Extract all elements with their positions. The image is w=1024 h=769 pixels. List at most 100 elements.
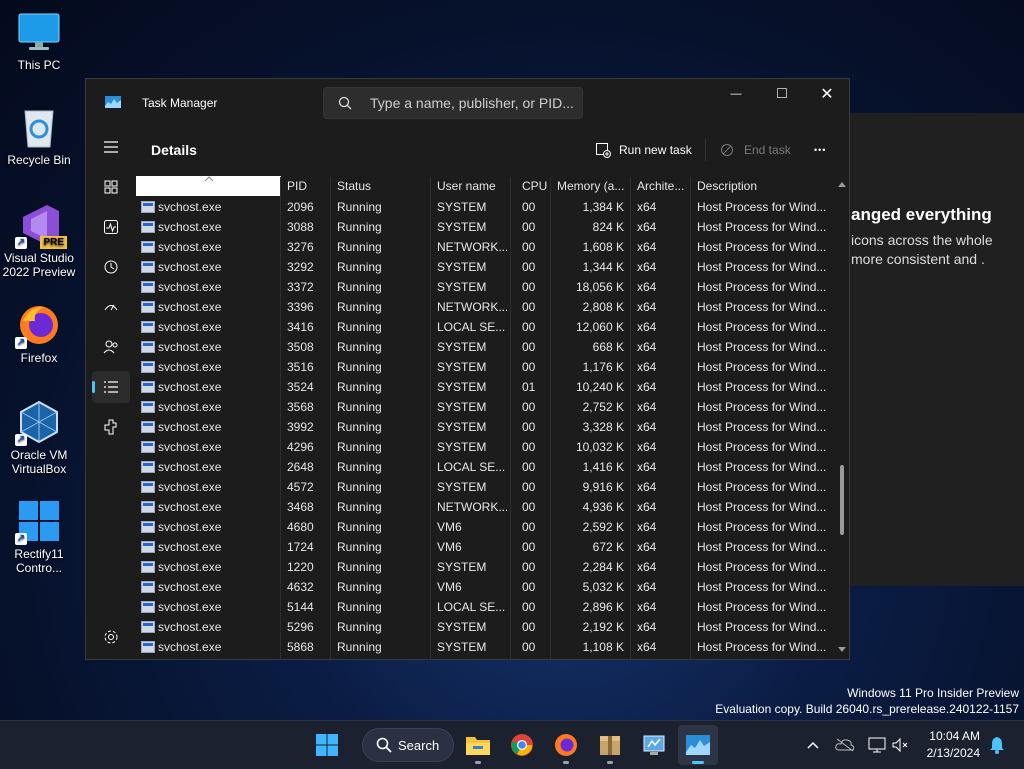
vertical-scrollbar[interactable] bbox=[835, 177, 849, 657]
table-row[interactable]: svchost.exe 3292 Running SYSTEM 00 1,344 K x64… bbox=[136, 257, 836, 277]
history-icon bbox=[104, 260, 118, 274]
start-button[interactable] bbox=[307, 725, 347, 765]
nav-details[interactable] bbox=[92, 371, 130, 403]
process-cpu: 00 bbox=[522, 640, 536, 654]
desktop-icon-this-pc[interactable]: This PC bbox=[1, 10, 77, 72]
nav-performance[interactable] bbox=[92, 211, 130, 243]
column-header-status[interactable]: Status bbox=[337, 175, 433, 197]
column-header-architecture[interactable]: Archite... bbox=[637, 175, 689, 197]
maximize-button[interactable]: □ bbox=[759, 79, 805, 109]
table-row[interactable]: svchost.exe 3524 Running SYSTEM 01 10,240 K x6… bbox=[136, 377, 836, 397]
process-icon bbox=[141, 381, 155, 393]
background-window[interactable]: anged everything icons across the whole … bbox=[848, 113, 1024, 586]
table-row[interactable]: svchost.exe 1724 Running VM6 00 672 K x64 Host … bbox=[136, 537, 836, 557]
network-tray-button[interactable] bbox=[866, 733, 888, 757]
column-header-memory[interactable]: Memory (a... bbox=[557, 175, 629, 197]
column-header-description[interactable]: Description bbox=[697, 175, 837, 197]
scroll-thumb[interactable] bbox=[840, 464, 844, 535]
table-row[interactable]: svchost.exe 2096 Running SYSTEM 00 1,384 K x64… bbox=[136, 197, 836, 217]
column-header-pid[interactable]: PID bbox=[287, 175, 333, 197]
end-task-icon bbox=[721, 144, 733, 156]
table-row[interactable]: svchost.exe 4296 Running SYSTEM 00 10,032 K x6… bbox=[136, 437, 836, 457]
table-row[interactable]: svchost.exe 5868 Running SYSTEM 00 1,108 K x64… bbox=[136, 637, 836, 657]
table-row[interactable]: svchost.exe 3396 Running NETWORK... 00 2,808 … bbox=[136, 297, 836, 317]
process-pid: 3468 bbox=[287, 500, 314, 514]
process-name: svchost.exe bbox=[158, 280, 222, 294]
table-row[interactable]: svchost.exe 5144 Running LOCAL SE... 00 2,896… bbox=[136, 597, 836, 617]
process-icon bbox=[141, 461, 155, 473]
table-row[interactable]: svchost.exe 1220 Running SYSTEM 00 2,284 K x64… bbox=[136, 557, 836, 577]
process-status: Running bbox=[337, 280, 382, 294]
column-header-user-name[interactable]: User name bbox=[437, 175, 513, 197]
table-row[interactable]: svchost.exe 3088 Running SYSTEM 00 824 K x64 Ho… bbox=[136, 217, 836, 237]
process-architecture: x64 bbox=[637, 500, 657, 514]
process-description: Host Process for Wind... bbox=[697, 220, 827, 234]
show-hidden-icons-button[interactable] bbox=[802, 733, 824, 757]
nav-startup-apps[interactable] bbox=[92, 291, 130, 323]
process-name: svchost.exe bbox=[158, 580, 222, 594]
chrome-button[interactable] bbox=[502, 725, 542, 765]
search-input[interactable] bbox=[370, 94, 575, 112]
end-task-button[interactable]: End task bbox=[720, 137, 791, 163]
table-row[interactable]: svchost.exe 5296 Running SYSTEM 00 2,192 K x64… bbox=[136, 617, 836, 637]
title-bar[interactable]: Task Manager — □ ✕ bbox=[86, 79, 849, 125]
process-user: SYSTEM bbox=[437, 280, 487, 294]
notifications-button[interactable] bbox=[986, 733, 1008, 757]
nav-users[interactable] bbox=[92, 331, 130, 363]
process-pid: 3416 bbox=[287, 320, 314, 334]
desktop-icon-recycle-bin[interactable]: Recycle Bin bbox=[1, 105, 77, 167]
table-row[interactable]: svchost.exe 3508 Running SYSTEM 00 668 K x64 Ho… bbox=[136, 337, 836, 357]
nav-app-history[interactable] bbox=[92, 251, 130, 283]
shortcut-arrow-icon: ↗ bbox=[15, 237, 27, 249]
table-row[interactable]: svchost.exe 3516 Running SYSTEM 00 1,176 K x64… bbox=[136, 357, 836, 377]
taskbar-search-button[interactable]: Search bbox=[362, 728, 454, 762]
scroll-down-icon[interactable] bbox=[835, 645, 849, 655]
table-row[interactable]: svchost.exe 4632 Running VM6 00 5,032 K x64 Hos… bbox=[136, 577, 836, 597]
table-row[interactable]: svchost.exe 4680 Running VM6 00 2,592 K x64 Hos… bbox=[136, 517, 836, 537]
desktop-icon-visual-studio[interactable]: PRE ↗ Visual Studio 2022 Preview bbox=[1, 203, 77, 279]
nav-processes[interactable] bbox=[92, 171, 130, 203]
process-memory: 2,592 K bbox=[582, 520, 624, 534]
process-icon bbox=[141, 241, 155, 253]
table-row[interactable]: svchost.exe 3992 Running SYSTEM 00 3,328 K x64… bbox=[136, 417, 836, 437]
search-box[interactable] bbox=[323, 87, 583, 119]
close-button[interactable]: ✕ bbox=[804, 79, 850, 109]
onedrive-tray-button[interactable] bbox=[834, 733, 856, 757]
scroll-up-icon[interactable] bbox=[835, 179, 849, 189]
performance-icon bbox=[104, 220, 118, 234]
table-row[interactable]: svchost.exe 4572 Running SYSTEM 00 9,916 K x64… bbox=[136, 477, 836, 497]
table-row[interactable]: svchost.exe 3568 Running SYSTEM 00 2,752 K x64… bbox=[136, 397, 836, 417]
table-row[interactable]: svchost.exe 3276 Running NETWORK... 00 1,608 … bbox=[136, 237, 836, 257]
firefox-taskbar-button[interactable] bbox=[546, 725, 586, 765]
process-description: Host Process for Wind... bbox=[697, 500, 827, 514]
column-header-name[interactable] bbox=[136, 176, 281, 196]
desktop-icon-rectify11[interactable]: ↗ Rectify11 Contro... bbox=[1, 499, 77, 575]
package-button[interactable] bbox=[590, 725, 630, 765]
column-header-cpu[interactable]: CPU bbox=[522, 175, 552, 197]
minimize-button[interactable]: — bbox=[713, 79, 759, 109]
desktop-icon-firefox[interactable]: ↗ Firefox bbox=[1, 303, 77, 365]
table-row[interactable]: svchost.exe 3468 Running NETWORK... 00 4,936 … bbox=[136, 497, 836, 517]
process-name: svchost.exe bbox=[158, 520, 222, 534]
clock[interactable]: 10:04 AM 2/13/2024 bbox=[918, 728, 980, 762]
task-manager-taskbar-button[interactable] bbox=[678, 725, 718, 765]
details-table[interactable]: PID Status User name CPU Memory (a... Ar… bbox=[136, 175, 849, 659]
table-row[interactable]: svchost.exe 3372 Running SYSTEM 00 18,056 K x6… bbox=[136, 277, 836, 297]
process-memory: 3,328 K bbox=[582, 420, 624, 434]
desktop-icon-virtualbox[interactable]: ↗ Oracle VM VirtualBox bbox=[1, 400, 77, 476]
volume-tray-button[interactable] bbox=[890, 733, 912, 757]
nav-menu[interactable] bbox=[92, 131, 130, 163]
process-user: SYSTEM bbox=[437, 640, 487, 654]
background-window-heading: anged everything bbox=[851, 205, 992, 224]
file-explorer-button[interactable] bbox=[458, 725, 498, 765]
nav-services[interactable] bbox=[92, 411, 130, 443]
table-row[interactable]: svchost.exe 2648 Running LOCAL SE... 00 1,416… bbox=[136, 457, 836, 477]
more-options-button[interactable]: ••• bbox=[814, 137, 826, 163]
task-manager-window[interactable]: Task Manager — □ ✕ bbox=[85, 78, 850, 660]
table-row[interactable]: svchost.exe 3416 Running LOCAL SE... 00 12,06… bbox=[136, 317, 836, 337]
process-cpu: 00 bbox=[522, 560, 536, 574]
control-panel-button[interactable] bbox=[634, 725, 674, 765]
nav-settings[interactable] bbox=[92, 621, 130, 653]
process-user: VM6 bbox=[437, 540, 462, 554]
run-new-task-button[interactable]: Run new task bbox=[595, 137, 692, 163]
